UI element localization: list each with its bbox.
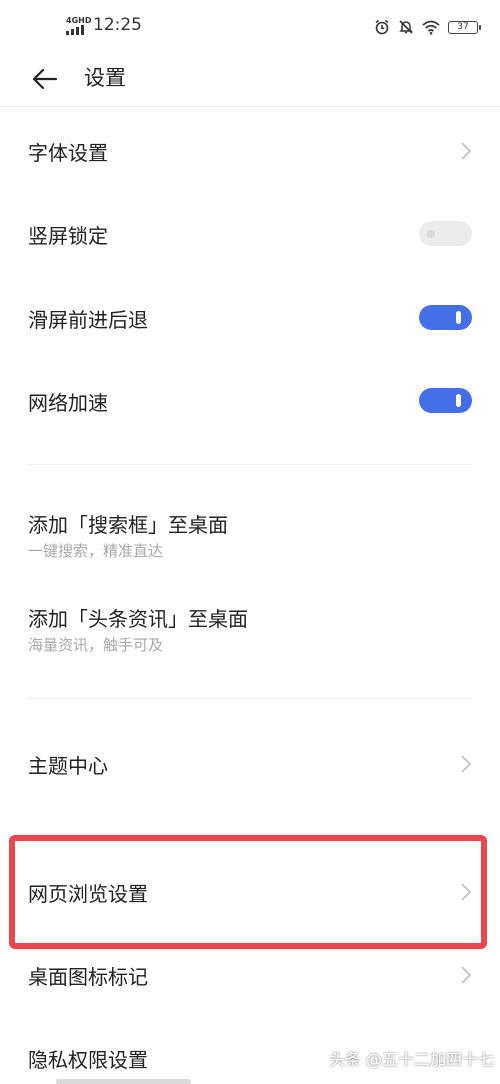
row-label: 网络加速 [28,391,108,415]
portrait-lock-toggle [419,221,472,246]
home-indicator[interactable] [56,1079,191,1084]
settings-row-add-search[interactable]: 添加「搜索框」至桌面 一键搜索，精准直达 [0,496,500,588]
highlight-box [9,835,487,949]
page-title: 设置 [84,66,126,90]
section-divider [28,464,472,465]
alarm-icon [375,19,389,35]
chevron-right-icon [461,755,472,773]
wifi-icon [422,20,440,35]
row-label: 添加「搜索框」至桌面 [28,513,228,537]
settings-row-network-boost[interactable]: 网络加速 [0,360,500,444]
row-subtitle: 海量资讯，触手可及 [28,636,164,654]
header-divider [0,106,500,107]
app-header: 设置 [0,52,500,106]
row-label: 隐私权限设置 [28,1048,148,1072]
row-label: 主题中心 [28,754,108,778]
row-label: 滑屏前进后退 [28,308,148,332]
network-type: 4GHD [66,16,92,25]
signal-icon [66,25,88,35]
row-label: 添加「头条资讯」至桌面 [28,607,248,631]
status-time: 12:25 [93,15,142,35]
row-label: 竖屏锁定 [28,224,108,248]
row-subtitle: 一键搜索，精准直达 [28,542,164,560]
settings-row-desktop-icon[interactable]: 桌面图标标记 [0,950,500,1002]
arrow-left-icon[interactable] [30,64,60,94]
status-bar: 4GHD 12:25 37 [0,0,500,52]
row-label: 桌面图标标记 [28,965,148,989]
mute-bell-icon [399,20,413,34]
settings-row-theme-center[interactable]: 主题中心 [0,722,500,806]
battery-icon: 37 [448,20,481,34]
chevron-right-icon [461,966,472,984]
settings-row-font[interactable]: 字体设置 [0,110,500,192]
row-label: 字体设置 [28,141,108,165]
section-divider [28,698,472,699]
chevron-right-icon [461,142,472,160]
network-boost-toggle[interactable] [419,388,472,413]
status-icons: 37 [374,16,481,38]
settings-row-add-news[interactable]: 添加「头条资讯」至桌面 海量资讯，触手可及 [0,590,500,682]
settings-row-swipe-nav[interactable]: 滑屏前进后退 [0,276,500,360]
swipe-nav-toggle[interactable] [419,305,472,330]
watermark: 头条 @五十二加四十七 [328,1050,494,1069]
settings-row-portrait-lock: 竖屏锁定 [0,192,500,276]
